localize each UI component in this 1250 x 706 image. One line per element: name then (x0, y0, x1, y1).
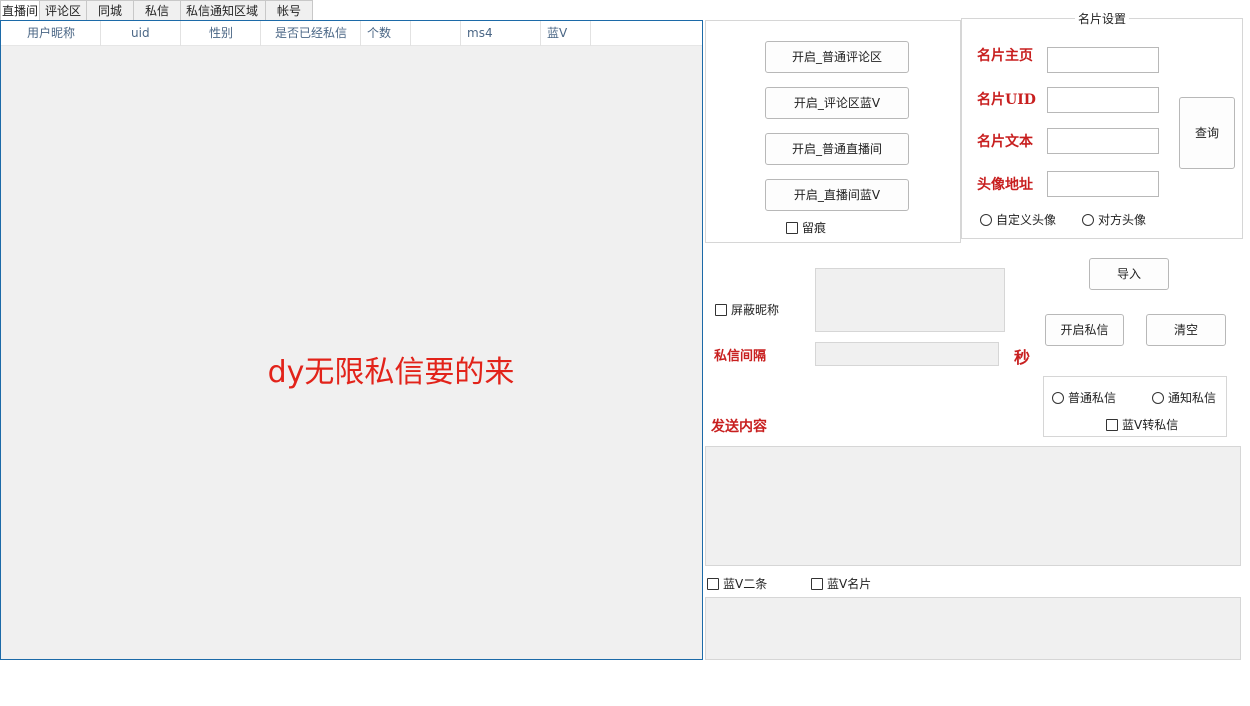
custom-avatar-radio[interactable]: 自定义头像 (980, 211, 1056, 228)
card-uid-label: 名片UID (977, 92, 1036, 108)
checkbox-box[interactable] (811, 577, 823, 590)
tab-comment-area[interactable]: 评论区 (39, 0, 87, 20)
other-avatar-label: 对方头像 (1098, 213, 1147, 227)
radio-circle[interactable] (1052, 391, 1064, 404)
leave-trace-checkbox[interactable]: 留痕 (786, 219, 826, 236)
open-live-bluev-button[interactable]: 开启_直播间蓝V (765, 179, 909, 211)
notify-message-radio[interactable]: 通知私信 (1152, 389, 1216, 406)
column-header-count[interactable]: 个数 (361, 21, 411, 46)
radio-circle[interactable] (1082, 213, 1094, 226)
open-normal-comment-button[interactable]: 开启_普通评论区 (765, 41, 909, 73)
radio-circle[interactable] (980, 213, 992, 226)
open-normal-live-button[interactable]: 开启_普通直播间 (765, 133, 909, 165)
column-header-uid[interactable]: uid (101, 21, 181, 46)
seconds-unit-label: 秒 (1014, 348, 1031, 367)
send-content-textarea[interactable] (705, 446, 1241, 566)
checkbox-box[interactable] (786, 221, 798, 234)
tab-private-message[interactable]: 私信 (133, 0, 181, 20)
checkbox-box[interactable] (1106, 418, 1118, 431)
message-interval-input[interactable] (815, 342, 999, 366)
bluev-second-checkbox[interactable]: 蓝V二条 (707, 575, 767, 592)
bluev-to-message-label: 蓝V转私信 (1122, 418, 1179, 432)
leave-trace-label: 留痕 (802, 221, 827, 235)
column-header-blank[interactable] (411, 21, 461, 46)
card-home-label: 名片主页 (977, 48, 1033, 64)
mask-nickname-checkbox[interactable]: 屏蔽昵称 (715, 301, 779, 318)
query-button[interactable]: 查询 (1179, 97, 1235, 169)
mask-nickname-label: 屏蔽昵称 (731, 303, 780, 317)
card-home-input[interactable] (1047, 47, 1159, 73)
send-content-label: 发送内容 (711, 419, 767, 435)
user-table[interactable]: 用户昵称 uid 性别 是否已经私信 个数 ms4 蓝V dy无限私信要的来 (0, 20, 703, 660)
other-avatar-radio[interactable]: 对方头像 (1082, 211, 1146, 228)
bluev-second-label: 蓝V二条 (723, 577, 768, 591)
bluev-content-textarea[interactable] (705, 597, 1241, 660)
tab-account[interactable]: 帐号 (265, 0, 313, 20)
nickname-mask-area[interactable] (815, 268, 1005, 332)
bluev-card-checkbox[interactable]: 蓝V名片 (811, 575, 871, 592)
tab-same-city[interactable]: 同城 (86, 0, 134, 20)
custom-avatar-label: 自定义头像 (996, 213, 1057, 227)
notify-message-label: 通知私信 (1168, 391, 1217, 405)
avatar-url-input[interactable] (1047, 171, 1159, 197)
column-header-messaged[interactable]: 是否已经私信 (261, 21, 361, 46)
clear-button[interactable]: 清空 (1146, 314, 1226, 346)
radio-circle[interactable] (1152, 391, 1164, 404)
avatar-url-label: 头像地址 (977, 177, 1033, 193)
tab-message-notify-area[interactable]: 私信通知区域 (180, 0, 266, 20)
card-text-label: 名片文本 (977, 134, 1033, 150)
start-message-button[interactable]: 开启私信 (1045, 314, 1124, 346)
bluev-card-label: 蓝V名片 (827, 577, 872, 591)
bluev-to-message-checkbox[interactable]: 蓝V转私信 (1106, 416, 1178, 433)
tab-live-room[interactable]: 直播间 (0, 0, 40, 20)
checkbox-box[interactable] (707, 577, 719, 590)
checkbox-box[interactable] (715, 303, 727, 316)
normal-message-radio[interactable]: 普通私信 (1052, 389, 1116, 406)
card-settings-title: 名片设置 (1075, 12, 1130, 26)
import-button[interactable]: 导入 (1089, 258, 1169, 290)
column-header-gender[interactable]: 性别 (181, 21, 261, 46)
message-interval-label: 私信间隔 (714, 349, 767, 364)
column-header-ms4[interactable]: ms4 (461, 21, 541, 46)
normal-message-label: 普通私信 (1068, 391, 1117, 405)
card-uid-input[interactable] (1047, 87, 1159, 113)
tab-bar: 直播间 评论区 同城 私信 私信通知区域 帐号 (0, 0, 313, 20)
column-header-bluev[interactable]: 蓝V (541, 21, 591, 46)
watermark-text: dy无限私信要的来 (267, 355, 515, 390)
card-text-input[interactable] (1047, 128, 1159, 154)
table-header: 用户昵称 uid 性别 是否已经私信 个数 ms4 蓝V (1, 21, 702, 46)
column-header-nickname[interactable]: 用户昵称 (1, 21, 101, 46)
open-comment-bluev-button[interactable]: 开启_评论区蓝V (765, 87, 909, 119)
